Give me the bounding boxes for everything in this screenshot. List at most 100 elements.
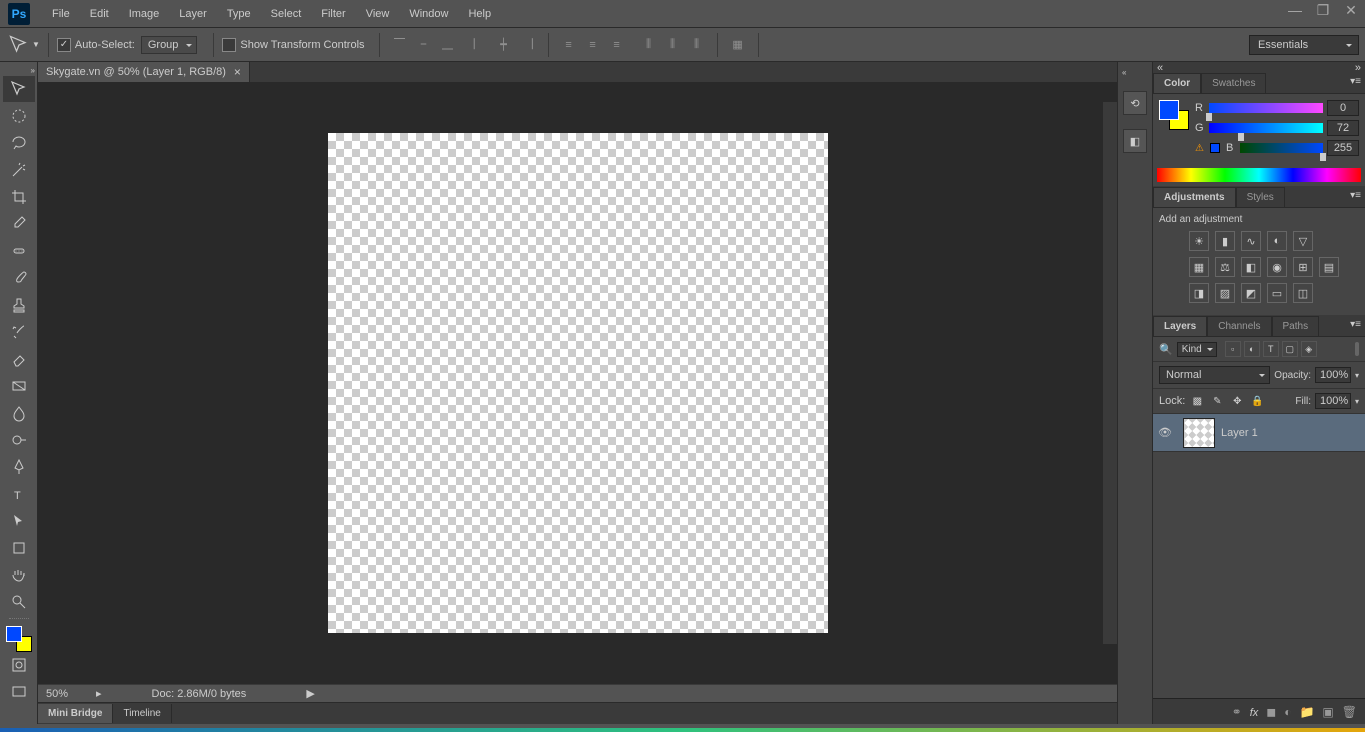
workspace-select[interactable]: Essentials	[1249, 35, 1359, 55]
foreground-color[interactable]	[6, 626, 22, 642]
stamp-tool[interactable]	[3, 292, 35, 318]
curves-icon[interactable]: ∿	[1241, 231, 1261, 251]
align-bottom-icon[interactable]: ⎽	[437, 34, 459, 56]
delete-layer-icon[interactable]: 🗑	[1342, 705, 1357, 719]
brightness-icon[interactable]: ☀	[1189, 231, 1209, 251]
shape-tool[interactable]	[3, 535, 35, 561]
g-slider[interactable]	[1209, 123, 1323, 133]
zoom-level[interactable]: 50%	[46, 688, 96, 700]
fill-value[interactable]: 100%	[1315, 393, 1351, 409]
distribute-vcenter-icon[interactable]: ≡	[582, 34, 604, 56]
lock-position-icon[interactable]: ✥	[1229, 393, 1245, 409]
auto-select-target[interactable]: Group	[141, 36, 198, 54]
lock-pixels-icon[interactable]: ✎	[1209, 393, 1225, 409]
tab-swatches[interactable]: Swatches	[1201, 73, 1266, 93]
menu-image[interactable]: Image	[119, 0, 170, 28]
document-tab[interactable]: Skygate.vn @ 50% (Layer 1, RGB/8) ×	[38, 62, 250, 82]
distribute-left-icon[interactable]: ⫼	[638, 34, 660, 56]
tab-close-icon[interactable]: ×	[234, 65, 241, 79]
brush-tool[interactable]	[3, 265, 35, 291]
layer-thumbnail[interactable]	[1183, 418, 1215, 448]
distribute-hcenter-icon[interactable]: ⫼	[662, 34, 684, 56]
color-swatch[interactable]	[6, 626, 32, 652]
channelmixer-icon[interactable]: ⊞	[1293, 257, 1313, 277]
healing-tool[interactable]	[3, 238, 35, 264]
zoom-tool[interactable]	[3, 589, 35, 615]
adjustments-panel-menu[interactable]: ▾≡	[1350, 190, 1361, 201]
lock-transparent-icon[interactable]: ▩	[1189, 393, 1205, 409]
eraser-tool[interactable]	[3, 346, 35, 372]
layers-panel-menu[interactable]: ▾≡	[1350, 319, 1361, 330]
blur-tool[interactable]	[3, 400, 35, 426]
show-transform-checkbox[interactable]	[222, 38, 236, 52]
filter-smart-icon[interactable]: ◈	[1301, 341, 1317, 357]
g-value[interactable]: 72	[1327, 120, 1359, 136]
distribute-bottom-icon[interactable]: ≡	[606, 34, 628, 56]
filter-type-icon[interactable]: T	[1263, 341, 1279, 357]
marquee-tool[interactable]	[3, 103, 35, 129]
menu-layer[interactable]: Layer	[169, 0, 217, 28]
type-tool[interactable]: T	[3, 481, 35, 507]
b-value[interactable]: 255	[1327, 140, 1359, 156]
r-slider[interactable]	[1209, 103, 1323, 113]
tab-timeline[interactable]: Timeline	[113, 704, 171, 723]
status-arrow-icon[interactable]: ▶	[306, 687, 314, 700]
opacity-value[interactable]: 100%	[1315, 367, 1351, 383]
tab-adjustments[interactable]: Adjustments	[1153, 187, 1236, 207]
auto-select-checkbox[interactable]	[57, 38, 71, 52]
tab-mini-bridge[interactable]: Mini Bridge	[38, 704, 113, 723]
menu-edit[interactable]: Edit	[80, 0, 119, 28]
align-left-icon[interactable]: ⎸	[469, 34, 491, 56]
menu-file[interactable]: File	[42, 0, 80, 28]
properties-panel-icon[interactable]: ◧	[1123, 129, 1147, 153]
color-preview[interactable]	[1159, 100, 1189, 130]
photofilter-icon[interactable]: ◉	[1267, 257, 1287, 277]
move-tool-icon[interactable]	[8, 34, 30, 56]
exposure-icon[interactable]: ◐	[1267, 231, 1287, 251]
b-slider[interactable]	[1240, 143, 1323, 153]
align-right-icon[interactable]: ⎹	[517, 34, 539, 56]
status-icon[interactable]: ▸	[96, 687, 102, 700]
gamut-color-icon[interactable]	[1210, 143, 1220, 153]
tab-color[interactable]: Color	[1153, 73, 1201, 93]
layer-style-icon[interactable]: fx	[1250, 705, 1259, 719]
menu-select[interactable]: Select	[261, 0, 312, 28]
selectivecolor-icon[interactable]: ◫	[1293, 283, 1313, 303]
gradientmap-icon[interactable]: ▭	[1267, 283, 1287, 303]
minimize-button[interactable]: —	[1281, 0, 1309, 20]
layer-mask-icon[interactable]: ◼	[1266, 705, 1276, 719]
menu-help[interactable]: Help	[458, 0, 501, 28]
vertical-scrollbar[interactable]	[1103, 102, 1117, 644]
color-panel-menu[interactable]: ▾≡	[1350, 76, 1361, 87]
crop-tool[interactable]	[3, 184, 35, 210]
tab-styles[interactable]: Styles	[1236, 187, 1285, 207]
color-ramp[interactable]	[1157, 168, 1361, 182]
screenmode-tool[interactable]	[3, 679, 35, 705]
hand-tool[interactable]	[3, 562, 35, 588]
kind-select[interactable]: Kind	[1177, 342, 1217, 357]
align-vcenter-icon[interactable]: ⎯	[413, 34, 435, 56]
lasso-tool[interactable]	[3, 130, 35, 156]
blend-mode-select[interactable]: Normal	[1159, 366, 1270, 384]
canvas[interactable]	[328, 133, 828, 633]
history-panel-icon[interactable]: ⟲	[1123, 91, 1147, 115]
auto-align-icon[interactable]: ▦	[727, 34, 749, 56]
layer-name[interactable]: Layer 1	[1221, 427, 1365, 439]
canvas-viewport[interactable]	[38, 82, 1117, 684]
tab-channels[interactable]: Channels	[1207, 316, 1271, 336]
bw-icon[interactable]: ◧	[1241, 257, 1261, 277]
align-hcenter-icon[interactable]: ┿	[493, 34, 515, 56]
menu-filter[interactable]: Filter	[311, 0, 355, 28]
filter-shape-icon[interactable]: ▢	[1282, 341, 1298, 357]
eyedropper-tool[interactable]	[3, 211, 35, 237]
align-top-icon[interactable]: ⎺	[389, 34, 411, 56]
maximize-button[interactable]: ❐	[1309, 0, 1337, 20]
invert-icon[interactable]: ◨	[1189, 283, 1209, 303]
gradient-tool[interactable]	[3, 373, 35, 399]
r-value[interactable]: 0	[1327, 100, 1359, 116]
posterize-icon[interactable]: ▨	[1215, 283, 1235, 303]
color-fg-icon[interactable]	[1159, 100, 1179, 120]
distribute-top-icon[interactable]: ≡	[558, 34, 580, 56]
collapse-arrow[interactable]: «	[1118, 68, 1152, 77]
menu-window[interactable]: Window	[399, 0, 458, 28]
